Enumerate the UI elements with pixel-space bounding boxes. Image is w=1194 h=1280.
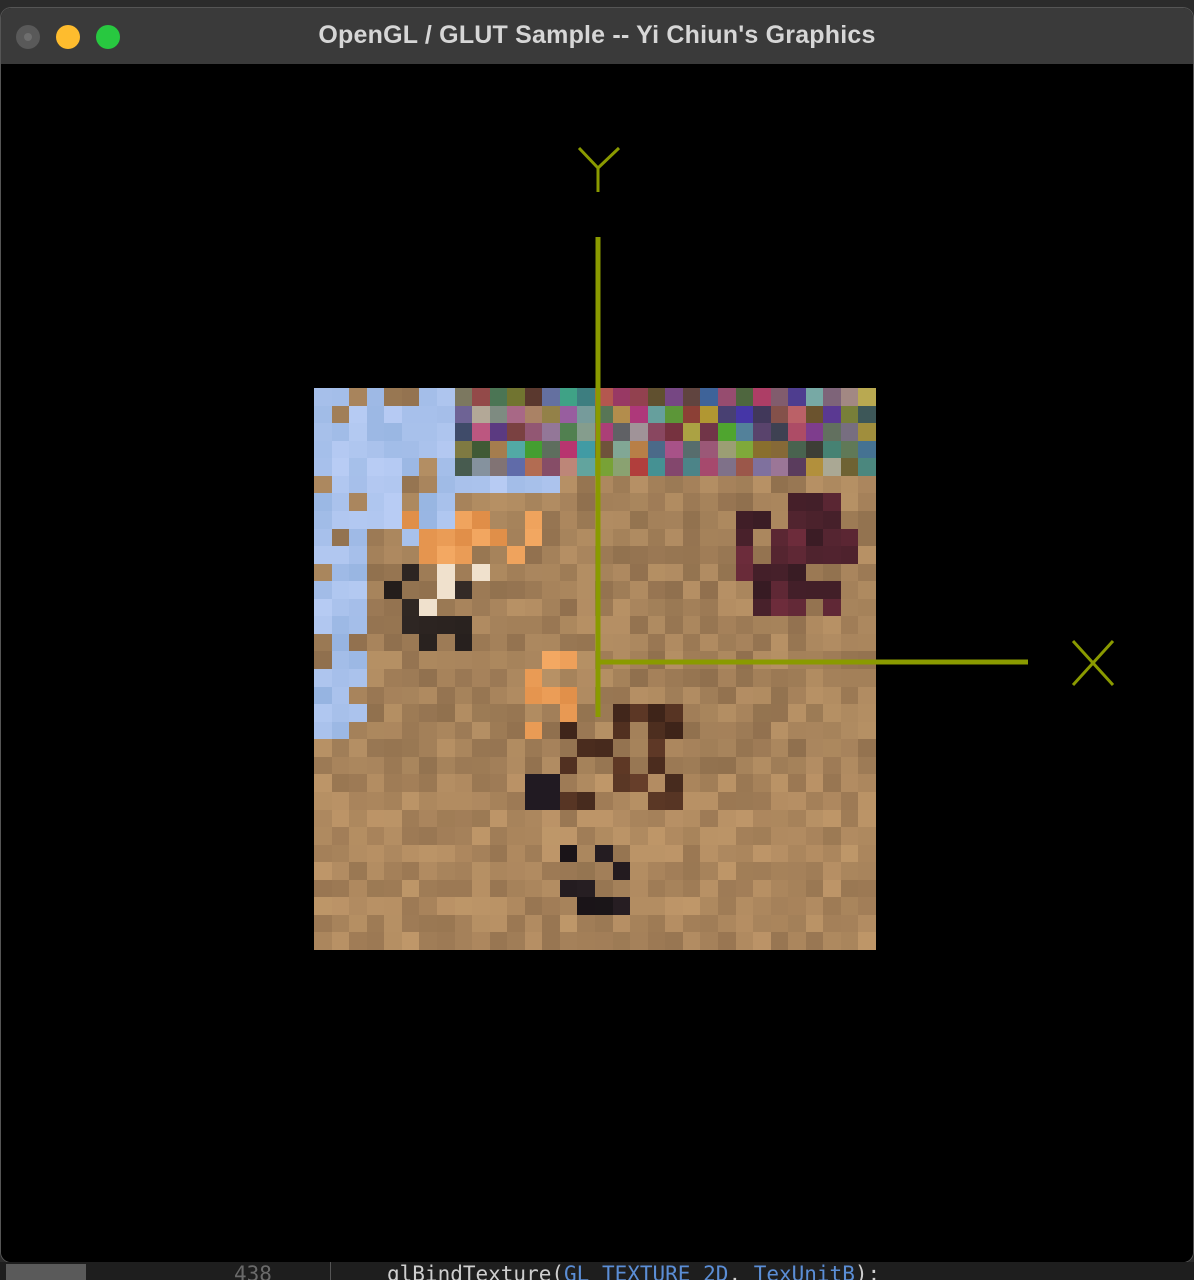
title-bar[interactable]: OpenGL / GLUT Sample -- Yi Chiun's Graph… <box>1 8 1193 65</box>
code-suffix: ); <box>854 1262 881 1280</box>
gl-viewport[interactable] <box>1 64 1193 1262</box>
code-editor-background: 438 glBindTexture(GL_TEXTURE_2D, TexUnit… <box>0 1262 1194 1280</box>
code-line: glBindTexture(GL_TEXTURE_2D, TexUnitB); <box>387 1262 880 1280</box>
glut-window: OpenGL / GLUT Sample -- Yi Chiun's Graph… <box>1 8 1193 1262</box>
code-constant: GL_TEXTURE_2D <box>564 1262 729 1280</box>
code-separator: , <box>728 1262 754 1280</box>
editor-scrollbar[interactable] <box>6 1264 86 1280</box>
line-number: 438 <box>234 1262 272 1280</box>
coordinate-axes <box>577 146 1115 717</box>
y-axis-label <box>577 146 621 192</box>
editor-gutter-divider <box>330 1262 331 1280</box>
code-function: glBindTexture( <box>387 1262 565 1280</box>
code-argument: TexUnitB <box>753 1262 855 1280</box>
window-title: OpenGL / GLUT Sample -- Yi Chiun's Graph… <box>318 21 876 49</box>
x-axis-label <box>1071 639 1115 687</box>
